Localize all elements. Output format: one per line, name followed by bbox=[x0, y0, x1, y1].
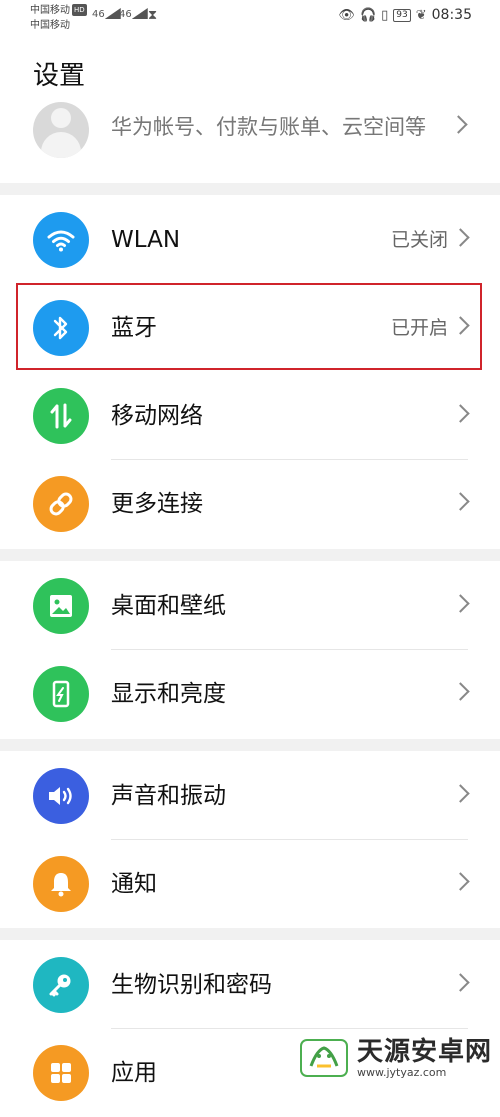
chevron-right-icon bbox=[451, 784, 470, 803]
section-gap bbox=[0, 739, 500, 751]
section-gap bbox=[0, 928, 500, 940]
link-icon bbox=[33, 476, 89, 532]
status-right: 👁 🎧 ▯ 93 ❦ 08:35 bbox=[338, 7, 472, 23]
settings-item-label: 桌面和壁纸 bbox=[111, 593, 226, 619]
signal-2-icon: 46 bbox=[119, 8, 148, 20]
bluetooth-icon bbox=[33, 300, 89, 356]
eye-icon: 👁 bbox=[338, 7, 355, 23]
settings-item-label: 蓝牙 bbox=[111, 315, 157, 341]
carrier-1: 中国移动 HD bbox=[30, 4, 87, 16]
settings-item-mobile-network[interactable]: 移动网络 bbox=[0, 372, 500, 460]
signal-1-icon: 46 bbox=[92, 8, 121, 20]
settings-item-display-brightness[interactable]: 显示和亮度 bbox=[0, 650, 500, 738]
chevron-right-icon bbox=[451, 492, 470, 511]
hourglass-icon: ⧗ bbox=[148, 8, 158, 23]
hd-badge: HD bbox=[72, 4, 87, 16]
account-summary: 华为帐号、付款与账单、云空间等 bbox=[111, 115, 426, 139]
settings-item-label: 更多连接 bbox=[111, 491, 203, 517]
settings-item-status: 已关闭 bbox=[390, 229, 448, 251]
avatar bbox=[33, 102, 89, 158]
account-row[interactable]: 华为帐号、付款与账单、云空间等 bbox=[0, 100, 500, 182]
chevron-right-icon bbox=[451, 973, 470, 992]
section-gap bbox=[0, 183, 500, 195]
watermark: 天源安卓网 www.jytyaz.com bbox=[297, 1036, 492, 1080]
settings-item-biometrics-password[interactable]: 生物识别和密码 bbox=[0, 941, 500, 1029]
settings-item-label: 声音和振动 bbox=[111, 783, 226, 809]
settings-item-wlan[interactable]: WLAN 已关闭 bbox=[0, 196, 500, 284]
status-bar: 中国移动 HD 中国移动 46 46 ⧗ 👁 🎧 ▯ 93 ❦ 08:35 bbox=[0, 0, 500, 36]
settings-item-notifications[interactable]: 通知 bbox=[0, 840, 500, 928]
key-icon bbox=[33, 957, 89, 1013]
chevron-right-icon bbox=[451, 404, 470, 423]
apps-grid-icon bbox=[33, 1045, 89, 1101]
settings-item-status: 已开启 bbox=[390, 317, 448, 339]
watermark-url: www.jytyaz.com bbox=[356, 1066, 447, 1079]
phone-display-icon bbox=[33, 666, 89, 722]
chevron-right-icon bbox=[451, 316, 470, 335]
leaf-icon: ❦ bbox=[415, 7, 427, 23]
bell-icon bbox=[33, 856, 89, 912]
carrier-2: 中国移动 bbox=[30, 20, 70, 31]
wifi-icon bbox=[33, 212, 89, 268]
image-icon bbox=[33, 578, 89, 634]
settings-item-label: 移动网络 bbox=[111, 403, 203, 429]
chevron-right-icon bbox=[451, 228, 470, 247]
settings-item-label: 应用 bbox=[111, 1060, 157, 1086]
chevron-right-icon bbox=[449, 115, 468, 134]
settings-item-label: 显示和亮度 bbox=[111, 681, 226, 707]
vibrate-icon: ▯ bbox=[381, 7, 389, 23]
chevron-right-icon bbox=[451, 682, 470, 701]
settings-item-label: WLAN bbox=[111, 227, 181, 253]
settings-item-home-wallpaper[interactable]: 桌面和壁纸 bbox=[0, 562, 500, 650]
mobile-data-icon bbox=[33, 388, 89, 444]
settings-item-label: 生物识别和密码 bbox=[111, 972, 272, 998]
settings-item-sound-vibration[interactable]: 声音和振动 bbox=[0, 752, 500, 840]
chevron-right-icon bbox=[451, 872, 470, 891]
settings-item-bluetooth[interactable]: 蓝牙 已开启 bbox=[0, 284, 500, 372]
battery-icon: 93 bbox=[393, 8, 411, 22]
settings-item-label: 通知 bbox=[111, 871, 157, 897]
section-gap bbox=[0, 549, 500, 561]
settings-item-more-connections[interactable]: 更多连接 bbox=[0, 460, 500, 548]
watermark-name: 天源安卓网 bbox=[356, 1037, 492, 1067]
clock: 08:35 bbox=[431, 7, 472, 23]
page-title: 设置 bbox=[33, 61, 86, 91]
chevron-right-icon bbox=[451, 594, 470, 613]
speaker-icon bbox=[33, 768, 89, 824]
headphone-icon: 🎧 bbox=[359, 7, 377, 23]
watermark-logo-icon bbox=[299, 1039, 348, 1077]
